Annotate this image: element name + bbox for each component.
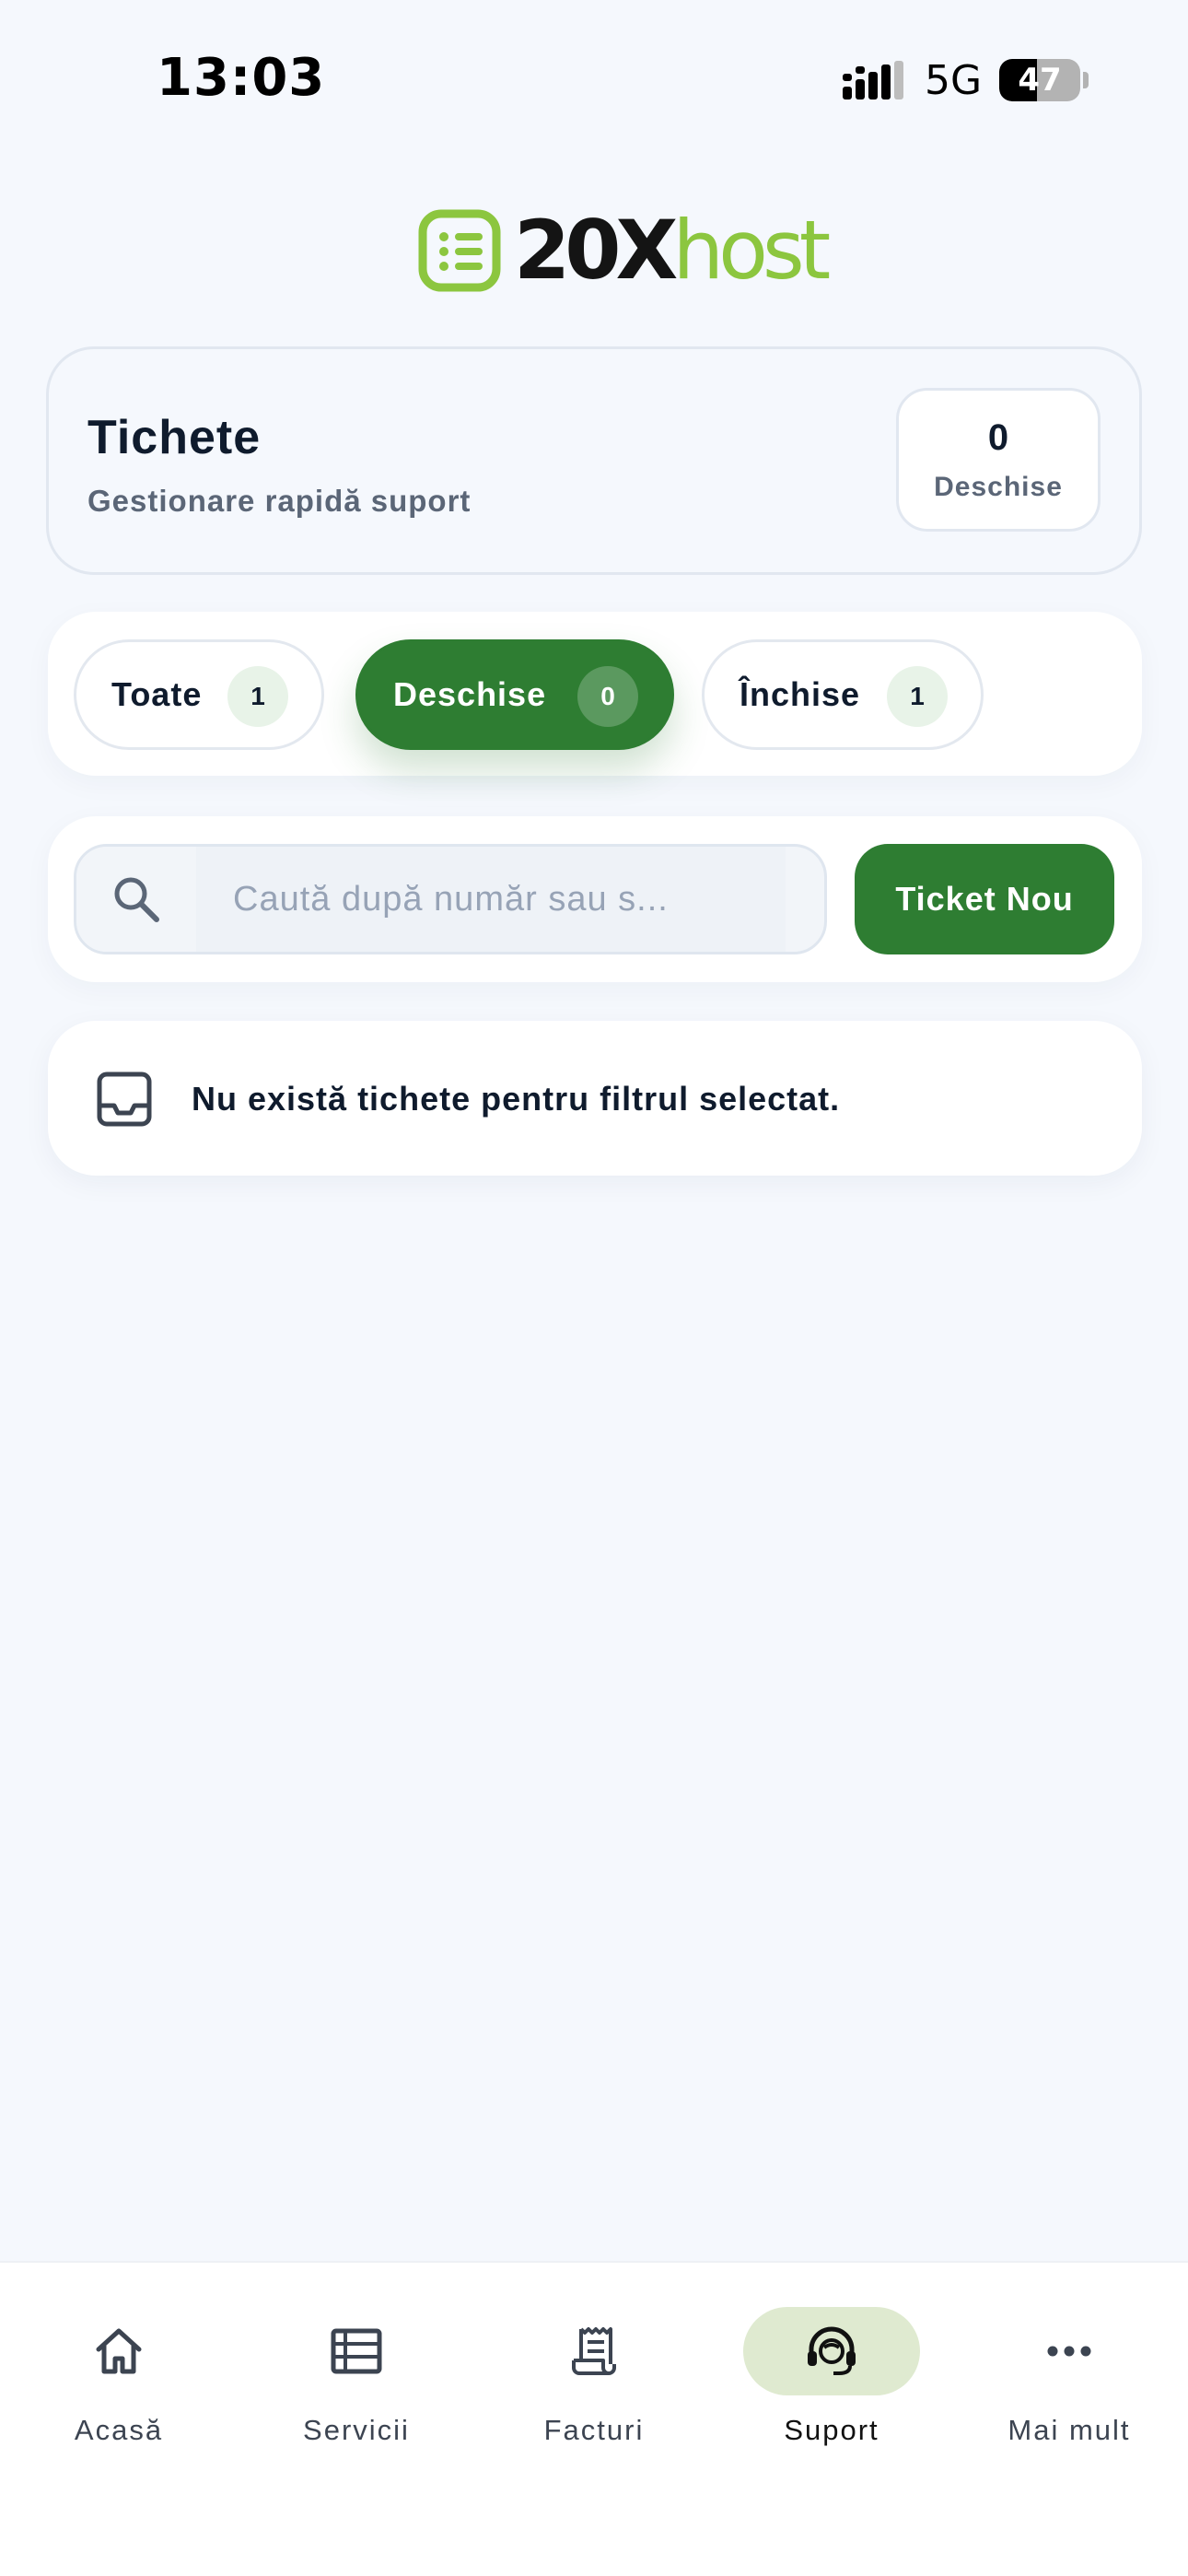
filter-tab-all[interactable]: Toate 1 [74, 639, 324, 750]
filter-tab-label: Toate [111, 675, 203, 713]
filter-count-badge: 1 [227, 666, 288, 727]
nav-icon-container [30, 2307, 207, 2395]
status-time: 13:03 [157, 48, 326, 108]
battery-indicator: 47 [999, 59, 1080, 101]
nav-icon-container [981, 2307, 1158, 2395]
page-subtitle: Gestionare rapidă suport [87, 484, 472, 518]
signal-icon [843, 61, 903, 100]
nav-item-support[interactable]: Suport [713, 2307, 950, 2473]
open-count-label: Deschise [934, 471, 1063, 502]
nav-label: Suport [784, 2414, 879, 2446]
nav-label: Servicii [303, 2414, 410, 2446]
receipt-icon [572, 2327, 616, 2375]
inbox-icon [97, 1071, 152, 1127]
nav-icon-container [506, 2307, 682, 2395]
logo-text-dark: 20X [514, 203, 678, 298]
nav-item-more[interactable]: Mai mult [950, 2307, 1188, 2473]
filter-tab-label: Deschise [393, 675, 547, 713]
nav-label: Acasă [74, 2414, 164, 2446]
filter-tab-closed[interactable]: Închise 1 [702, 639, 984, 750]
nav-label: Facturi [543, 2414, 645, 2446]
filter-count-badge: 0 [577, 666, 638, 727]
status-bar: 13:03 5G 47 [0, 0, 1188, 157]
battery-level: 47 [1018, 62, 1062, 99]
home-icon [96, 2328, 142, 2374]
headset-icon [808, 2326, 856, 2375]
open-count-value: 0 [987, 416, 1009, 458]
search-input[interactable] [196, 847, 786, 952]
filter-tab-label: Închise [740, 675, 861, 713]
bottom-navigation: Acasă Servicii Facturi Suport Mai mult [0, 2261, 1188, 2576]
filter-tab-open[interactable]: Deschise 0 [355, 639, 674, 750]
search-bar: Ticket Nou [48, 816, 1142, 982]
nav-label: Mai mult [1007, 2414, 1131, 2446]
logo-server-icon [418, 209, 501, 292]
battery-nub [1083, 72, 1089, 88]
tickets-header-card: Tichete Gestionare rapidă suport 0 Desch… [46, 346, 1142, 575]
search-icon-container [76, 847, 196, 952]
logo-text-green: host [672, 203, 831, 298]
page-title: Tichete [87, 411, 262, 464]
empty-state-message: Nu există tichete pentru filtrul selecta… [192, 1080, 841, 1118]
nav-icon-container [268, 2307, 445, 2395]
nav-item-services[interactable]: Servicii [238, 2307, 475, 2473]
brand-logo: 20Xhost [418, 201, 831, 300]
open-count-box: 0 Deschise [896, 388, 1101, 532]
new-ticket-button[interactable]: Ticket Nou [855, 844, 1114, 954]
nav-icon-container [743, 2307, 920, 2395]
search-field[interactable] [74, 844, 827, 954]
more-icon [1047, 2346, 1091, 2357]
nav-item-invoices[interactable]: Facturi [475, 2307, 713, 2473]
search-icon [114, 877, 159, 922]
nav-item-home[interactable]: Acasă [0, 2307, 238, 2473]
filter-bar: Toate 1 Deschise 0 Închise 1 [48, 612, 1142, 776]
logo-wordmark: 20Xhost [514, 210, 831, 291]
empty-state-card: Nu există tichete pentru filtrul selecta… [48, 1021, 1142, 1176]
list-icon [331, 2328, 382, 2374]
network-type: 5G [925, 57, 983, 104]
filter-count-badge: 1 [887, 666, 948, 727]
